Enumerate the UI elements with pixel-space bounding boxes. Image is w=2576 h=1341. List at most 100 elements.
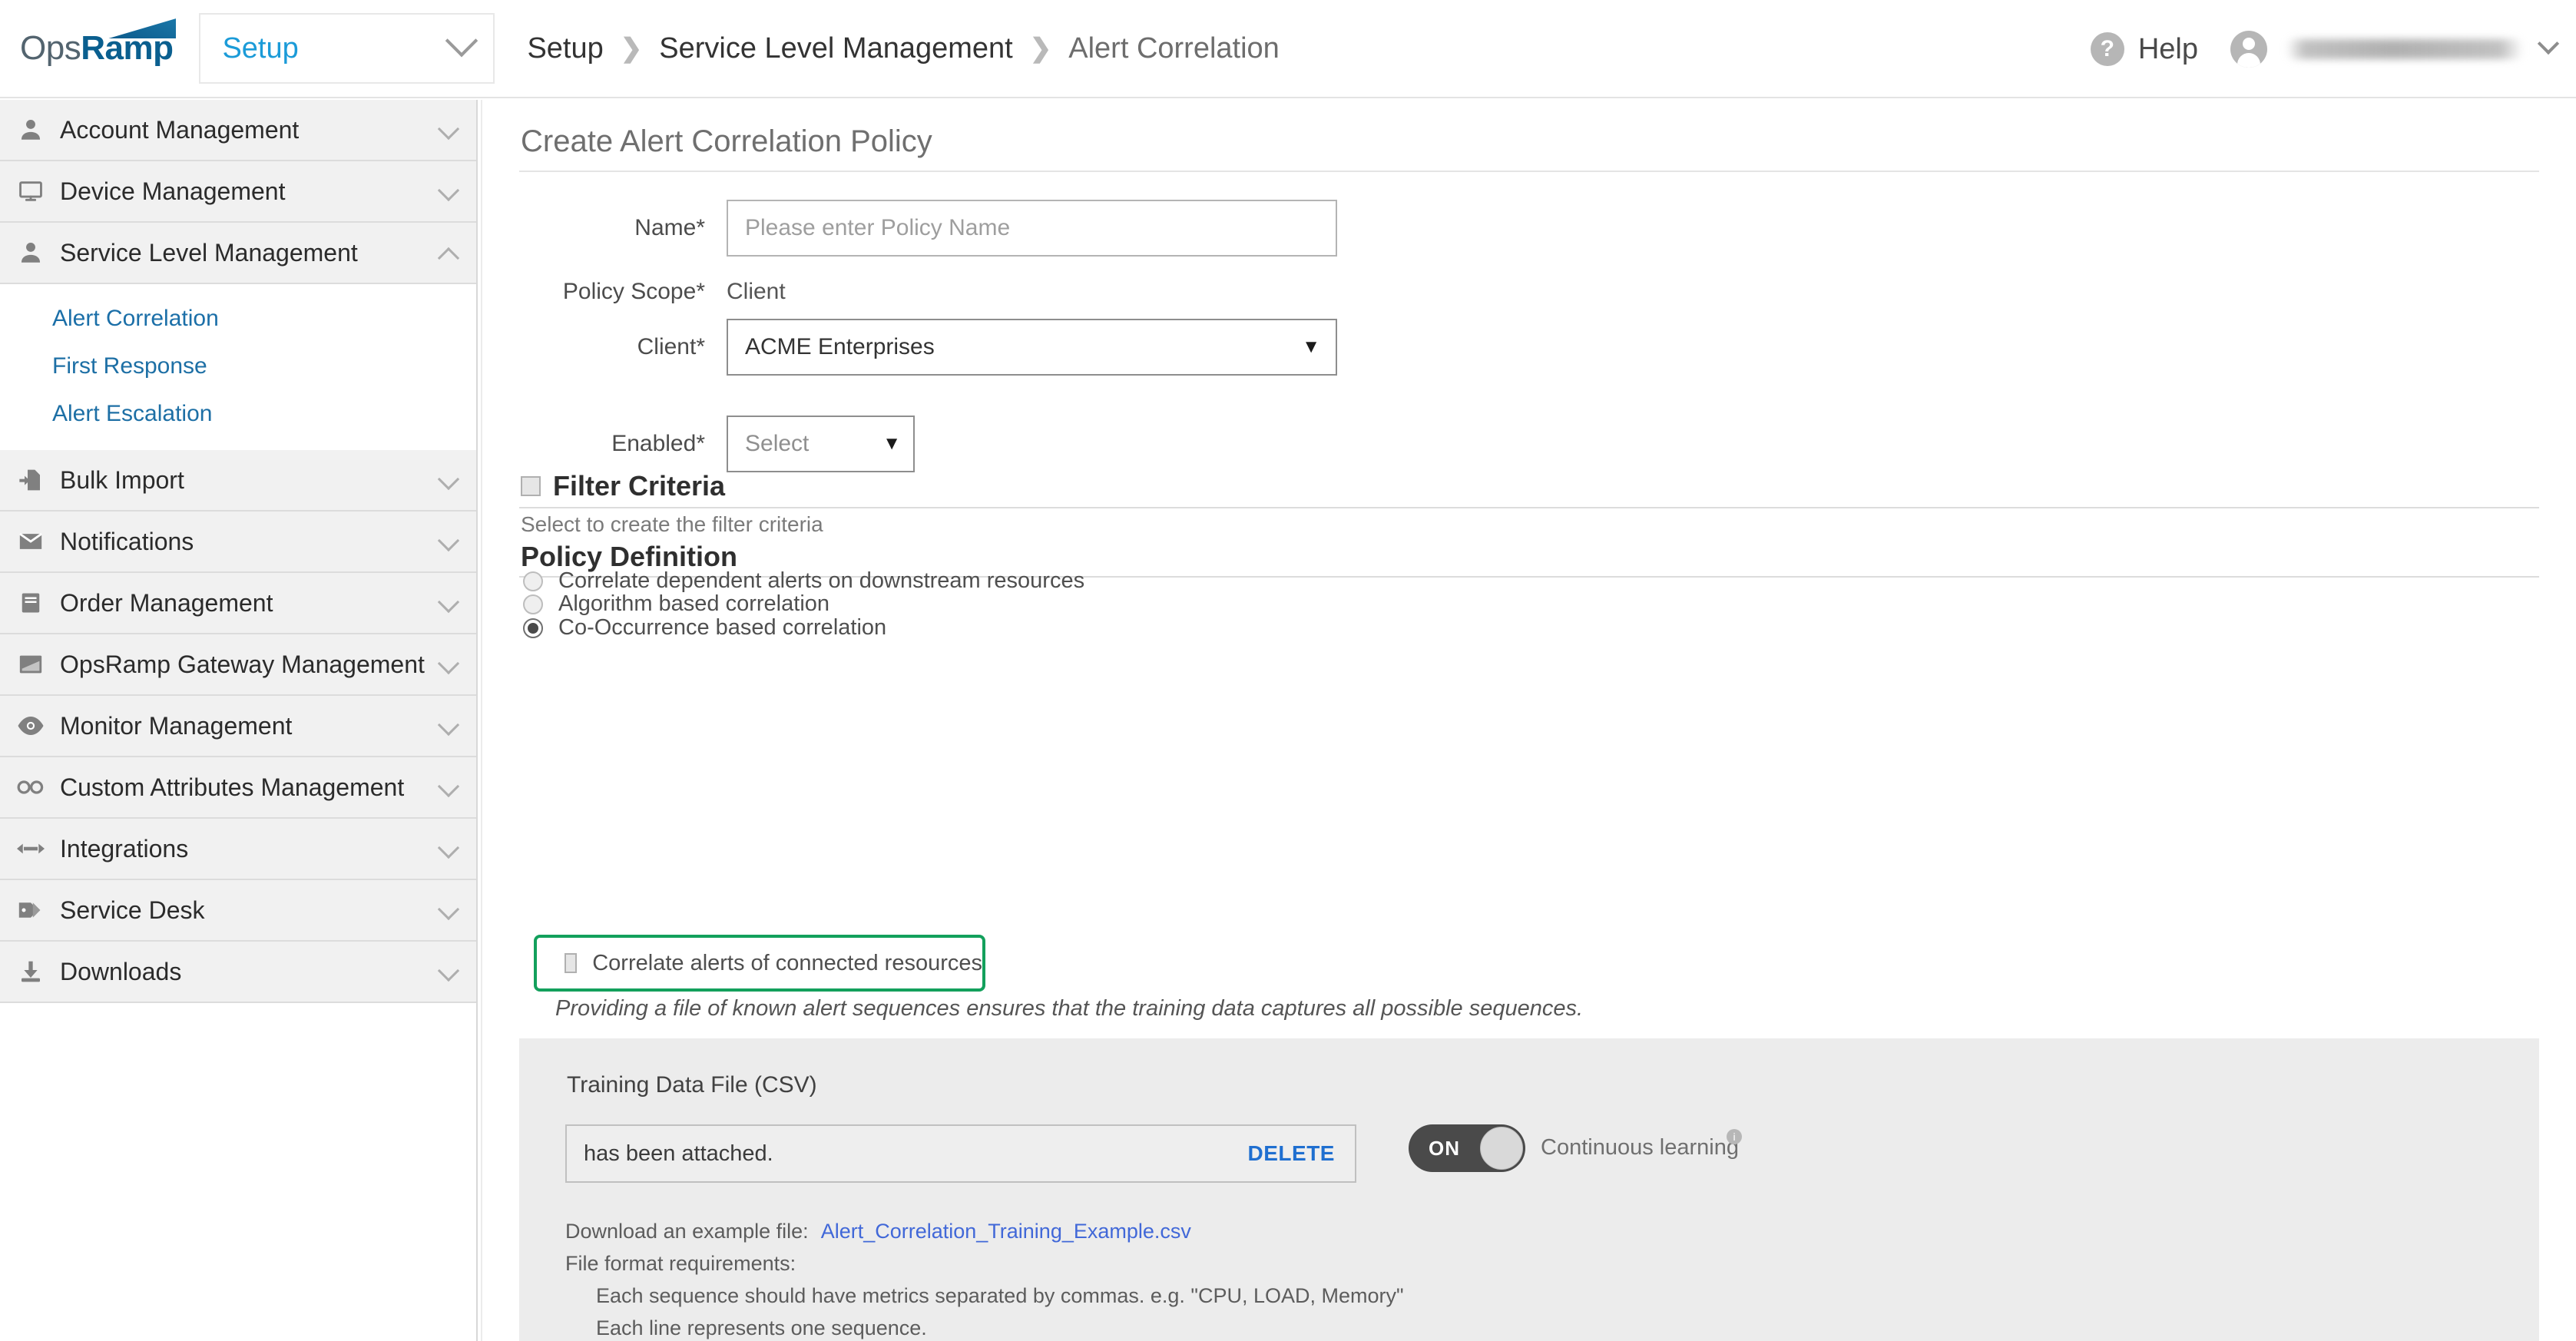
filter-criteria-hint: Select to create the filter criteria bbox=[521, 512, 823, 536]
sidebar-item-custom-attributes-management[interactable]: Custom Attributes Management bbox=[0, 757, 476, 819]
top-header-bar: OpsRamp Setup Setup ❯ Service Level Mana… bbox=[0, 0, 2576, 98]
infinity-icon bbox=[14, 772, 48, 803]
sidebar-item-label: Bulk Import bbox=[60, 465, 184, 494]
form-row-client: Client* ACME Enterprises ▼ bbox=[482, 319, 1337, 376]
breadcrumb-item-setup[interactable]: Setup bbox=[527, 32, 603, 65]
sidebar-item-label: Device Management bbox=[60, 177, 286, 205]
delete-file-button[interactable]: DELETE bbox=[1248, 1141, 1335, 1166]
radio-selected-icon[interactable] bbox=[523, 618, 543, 638]
sidebar-item-notifications[interactable]: Notifications bbox=[0, 512, 476, 573]
radio-icon[interactable] bbox=[523, 594, 543, 614]
name-input[interactable]: Please enter Policy Name bbox=[727, 200, 1337, 257]
training-data-file-label: Training Data File (CSV) bbox=[567, 1072, 817, 1098]
chevron-down-icon bbox=[437, 591, 460, 614]
correlate-connected-resources-checkbox[interactable] bbox=[565, 953, 578, 973]
tag-icon bbox=[14, 895, 48, 925]
book-icon bbox=[14, 588, 48, 618]
chevron-down-icon: ▼ bbox=[882, 433, 901, 454]
sidebar-item-bulk-import[interactable]: Bulk Import bbox=[0, 450, 476, 512]
sidebar-subitem-label: Alert Escalation bbox=[52, 401, 213, 426]
gateway-icon bbox=[14, 649, 48, 680]
policy-option-downstream[interactable]: Correlate dependent alerts on downstream… bbox=[523, 568, 1084, 594]
breadcrumb: Setup ❯ Service Level Management ❯ Alert… bbox=[527, 32, 1279, 65]
sidebar-item-label: Downloads bbox=[60, 957, 182, 985]
policy-option-algorithm[interactable]: Algorithm based correlation bbox=[523, 591, 829, 617]
user-icon bbox=[14, 114, 48, 145]
chevron-down-icon bbox=[437, 836, 460, 859]
filter-criteria-checkbox[interactable] bbox=[521, 476, 541, 496]
module-selector-dropdown[interactable]: Setup bbox=[199, 13, 495, 84]
policy-scope-label-text: Policy Scope bbox=[562, 279, 697, 304]
chevron-down-icon bbox=[437, 468, 460, 491]
chevron-down-icon bbox=[437, 959, 460, 982]
sidebar-item-alert-escalation[interactable]: Alert Escalation bbox=[0, 390, 476, 438]
breadcrumb-separator-icon: ❯ bbox=[620, 34, 643, 63]
client-dropdown-value: ACME Enterprises bbox=[745, 334, 935, 359]
sidebar-item-label: Order Management bbox=[60, 588, 273, 617]
required-marker: * bbox=[696, 215, 705, 240]
enabled-label-text: Enabled bbox=[611, 431, 697, 456]
chevron-down-icon bbox=[437, 714, 460, 737]
download-example-prefix: Download an example file: bbox=[565, 1220, 809, 1243]
toggle-state-label: ON bbox=[1429, 1136, 1460, 1160]
policy-scope-value: Client bbox=[727, 279, 786, 304]
filter-criteria-header[interactable]: Filter Criteria bbox=[521, 470, 725, 502]
radio-icon[interactable] bbox=[523, 571, 543, 591]
policy-definition-note: Providing a file of known alert sequence… bbox=[555, 996, 1584, 1021]
info-icon[interactable]: i bbox=[1727, 1129, 1742, 1144]
sidebar-item-device-management[interactable]: Device Management bbox=[0, 161, 476, 223]
sidebar-item-monitor-management[interactable]: Monitor Management bbox=[0, 696, 476, 757]
correlate-connected-resources-highlight[interactable]: Correlate alerts of connected resources bbox=[534, 935, 985, 992]
filter-criteria-title: Filter Criteria bbox=[553, 470, 726, 502]
chevron-down-icon[interactable] bbox=[2537, 32, 2560, 55]
help-button[interactable]: ? Help bbox=[2090, 32, 2198, 66]
policy-option-co-occurrence[interactable]: Co-Occurrence based correlation bbox=[523, 615, 886, 641]
sidebar-item-alert-correlation[interactable]: Alert Correlation bbox=[0, 295, 476, 343]
page-title: Create Alert Correlation Policy bbox=[521, 124, 932, 158]
monitor-icon bbox=[14, 176, 48, 207]
eye-icon bbox=[14, 710, 48, 741]
toggle-knob[interactable] bbox=[1480, 1127, 1523, 1170]
download-example-link[interactable]: Alert_Correlation_Training_Example.csv bbox=[821, 1220, 1191, 1243]
sidebar-item-account-management[interactable]: Account Management bbox=[0, 100, 476, 161]
help-label: Help bbox=[2137, 32, 2198, 65]
sidebar-item-first-response[interactable]: First Response bbox=[0, 343, 476, 390]
sidebar-item-label: Monitor Management bbox=[60, 711, 293, 740]
sidebar-item-downloads[interactable]: Downloads bbox=[0, 942, 476, 1003]
client-dropdown[interactable]: ACME Enterprises ▼ bbox=[727, 319, 1337, 376]
filter-criteria-divider bbox=[519, 507, 2539, 508]
chevron-down-icon bbox=[437, 652, 460, 675]
sidebar-item-label: Notifications bbox=[60, 527, 194, 555]
name-label: Name* bbox=[482, 215, 705, 241]
continuous-learning-toggle[interactable]: ON bbox=[1409, 1124, 1525, 1172]
breadcrumb-item-service-level-management[interactable]: Service Level Management bbox=[659, 32, 1012, 65]
envelope-icon bbox=[14, 526, 48, 557]
chevron-down-icon bbox=[437, 898, 460, 921]
chevron-down-icon bbox=[445, 24, 478, 58]
required-marker: * bbox=[696, 431, 705, 456]
sidebar-item-service-desk[interactable]: Service Desk bbox=[0, 880, 476, 942]
attached-file-field[interactable]: has been attached. DELETE bbox=[565, 1124, 1356, 1183]
policy-option-label: Co-Occurrence based correlation bbox=[558, 615, 887, 640]
sidebar-item-label: Service Desk bbox=[60, 896, 205, 924]
file-import-icon bbox=[14, 465, 48, 495]
name-label-text: Name bbox=[634, 215, 697, 240]
sidebar-item-service-level-management[interactable]: Service Level Management bbox=[0, 223, 476, 284]
breadcrumb-separator-icon: ❯ bbox=[1029, 34, 1052, 63]
sidebar-item-integrations[interactable]: Integrations bbox=[0, 819, 476, 880]
policy-scope-label: Policy Scope* bbox=[482, 279, 705, 305]
left-sidebar-navigation: Account Management Device Management Ser… bbox=[0, 100, 478, 1341]
sidebar-item-opsramp-gateway-management[interactable]: OpsRamp Gateway Management bbox=[0, 634, 476, 696]
opsramp-logo: OpsRamp bbox=[20, 18, 177, 68]
chevron-down-icon bbox=[437, 775, 460, 798]
training-data-panel: Training Data File (CSV) has been attach… bbox=[519, 1038, 2539, 1341]
chevron-up-icon bbox=[437, 247, 460, 270]
question-mark-icon: ? bbox=[2090, 32, 2124, 66]
enabled-dropdown[interactable]: Select ▼ bbox=[727, 416, 915, 472]
client-label: Client* bbox=[637, 334, 705, 359]
avatar[interactable] bbox=[2230, 31, 2267, 68]
required-marker: * bbox=[696, 279, 705, 304]
chevron-down-icon: ▼ bbox=[1302, 336, 1320, 357]
sidebar-item-order-management[interactable]: Order Management bbox=[0, 573, 476, 634]
form-row-enabled: Enabled* Select ▼ bbox=[482, 416, 915, 472]
